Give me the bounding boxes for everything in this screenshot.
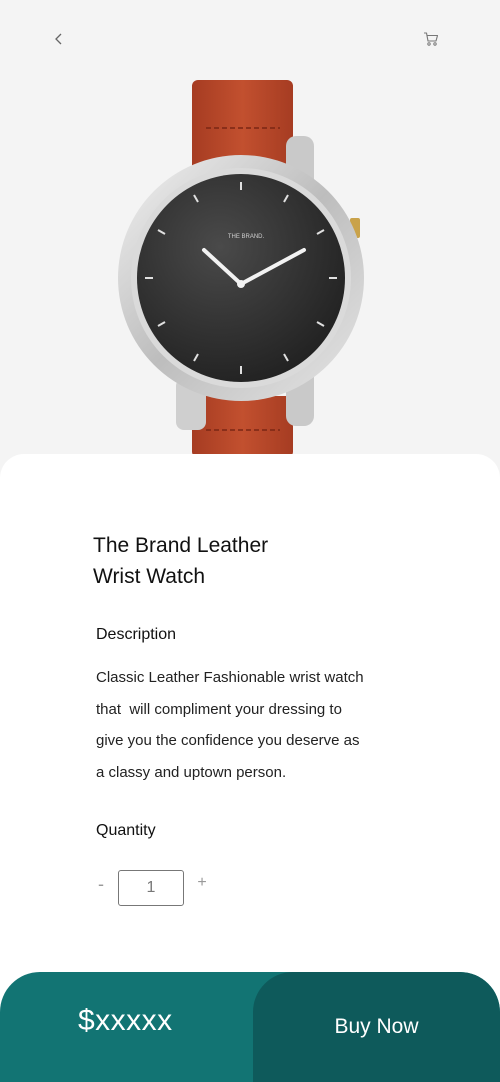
wrist-watch-image: THE BRAND. <box>118 80 364 456</box>
description-line: that will compliment your dressing to <box>96 700 342 718</box>
back-button[interactable] <box>48 28 70 50</box>
quantity-increase-button[interactable]: + <box>193 874 211 898</box>
quantity-heading: Quantity <box>96 822 156 839</box>
buy-now-label: Buy Now <box>334 1015 419 1038</box>
quantity-input[interactable]: 1 <box>118 870 184 906</box>
dial-brand-text: THE BRAND. <box>228 234 265 240</box>
quantity-value: 1 <box>146 879 156 896</box>
checkout-bar: $xxxxx Buy Now <box>0 972 500 1082</box>
description-text: Classic Leather Fashionable wrist watch … <box>96 662 406 788</box>
description-line: Classic Leather Fashionable wrist watch <box>96 669 364 686</box>
cart-button[interactable] <box>420 28 442 50</box>
buy-now-button[interactable]: Buy Now <box>253 972 500 1082</box>
description-line: give you the confidence you deserve as <box>96 732 360 749</box>
price-label: $xxxxx <box>78 1004 173 1037</box>
cart-icon <box>424 32 439 46</box>
product-title-line2: Wrist Watch <box>93 565 206 588</box>
product-hero: THE BRAND. <box>0 0 500 480</box>
description-line: a classy and uptown person. <box>96 763 287 781</box>
quantity-decrease-button[interactable]: - <box>92 874 110 898</box>
description-heading: Description <box>96 626 177 643</box>
product-title: The Brand Leather Wrist Watch <box>93 530 353 592</box>
product-title-line1: The Brand Leather <box>93 534 269 557</box>
chevron-left-icon <box>55 33 62 45</box>
